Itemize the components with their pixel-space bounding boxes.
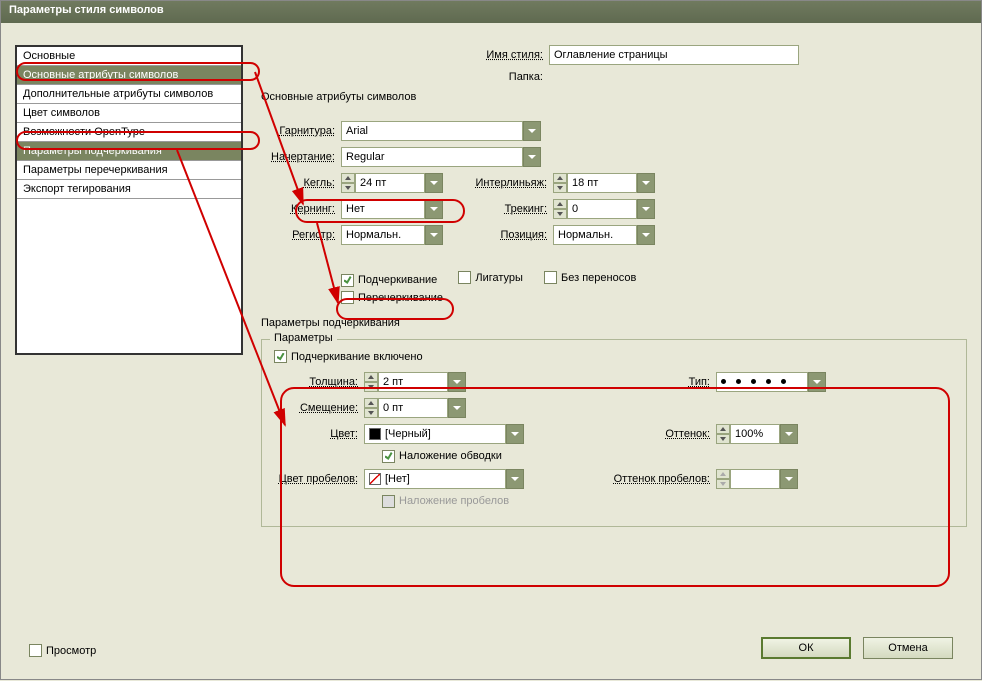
style-name-label: Имя стиля: [429, 49, 549, 61]
category-sidebar: Основные Основные атрибуты символов Допо… [15, 45, 243, 355]
kerning-label: Кернинг: [261, 203, 341, 215]
tracking-spinner[interactable]: 0 [553, 199, 655, 219]
sidebar-item-general[interactable]: Основные [17, 47, 241, 66]
chevron-down-icon[interactable] [425, 173, 443, 193]
checkbox-icon [29, 644, 42, 657]
type-label: Тип: [466, 376, 716, 388]
sidebar-item-underline[interactable]: Параметры подчеркивания [17, 142, 241, 161]
chevron-down-icon[interactable] [425, 199, 443, 219]
overprint-gap-checkbox: Наложение пробелов [382, 495, 509, 508]
leading-spinner[interactable]: 18 пт [553, 173, 655, 193]
basic-section-title: Основные атрибуты символов [261, 91, 967, 103]
style-label: Начертание: [261, 151, 341, 163]
type-combo[interactable] [716, 372, 826, 392]
gap-color-label: Цвет пробелов: [274, 473, 364, 485]
folder-label: Папка: [429, 71, 549, 83]
gap-tint-spinner[interactable] [716, 469, 798, 489]
leading-label: Интерлиньяж: [443, 177, 553, 189]
ligatures-checkbox[interactable]: Лигатуры [458, 271, 523, 284]
checkbox-icon [382, 495, 395, 508]
cancel-button[interactable]: Отмена [863, 637, 953, 659]
underline-checkbox[interactable]: Подчеркивание [341, 274, 437, 287]
checkbox-icon [341, 291, 354, 304]
chevron-down-icon[interactable] [448, 372, 466, 392]
sidebar-item-strike[interactable]: Параметры перечеркивания [17, 161, 241, 180]
case-combo[interactable]: Нормальн. [341, 225, 443, 245]
chevron-down-icon[interactable] [523, 147, 541, 167]
none-swatch-icon [369, 473, 381, 485]
titlebar: Параметры стиля символов [1, 1, 981, 23]
dialog-window: Параметры стиля символов Основные Основн… [0, 0, 982, 680]
dialog-content: Основные Основные атрибуты символов Допо… [1, 23, 981, 679]
chevron-down-icon[interactable] [448, 398, 466, 418]
fontstyle-combo[interactable]: Regular [341, 147, 541, 167]
spin-down-icon[interactable] [341, 183, 355, 193]
chevron-down-icon[interactable] [523, 121, 541, 141]
chevron-down-icon[interactable] [506, 424, 524, 444]
case-label: Регистр: [261, 229, 341, 241]
chevron-down-icon[interactable] [808, 372, 826, 392]
sidebar-item-advanced-attrs[interactable]: Дополнительные атрибуты символов [17, 85, 241, 104]
chevron-down-icon[interactable] [637, 199, 655, 219]
window-title: Параметры стиля символов [9, 4, 164, 16]
checkbox-icon [458, 271, 471, 284]
chevron-down-icon[interactable] [506, 469, 524, 489]
font-combo[interactable]: Arial [341, 121, 541, 141]
sidebar-item-basic-attrs[interactable]: Основные атрибуты символов [17, 66, 241, 85]
offset-spinner[interactable]: 0 пт [364, 398, 466, 418]
checkbox-icon [274, 350, 287, 363]
tint-label: Оттенок: [524, 428, 716, 440]
sidebar-item-opentype[interactable]: Возможности OpenType [17, 123, 241, 142]
spin-up-icon[interactable] [341, 173, 355, 183]
tracking-label: Трекинг: [443, 203, 553, 215]
position-label: Позиция: [443, 229, 553, 241]
style-name-input[interactable]: Оглавление страницы [549, 45, 799, 65]
nohyphen-checkbox[interactable]: Без переносов [544, 271, 636, 284]
gap-color-combo[interactable]: [Нет] [364, 469, 524, 489]
chevron-down-icon[interactable] [637, 225, 655, 245]
group-legend: Параметры [270, 332, 337, 344]
chevron-down-icon[interactable] [780, 469, 798, 489]
font-label: Гарнитура: [261, 125, 341, 137]
color-combo[interactable]: [Черный] [364, 424, 524, 444]
checkbox-icon [341, 274, 354, 287]
underline-enabled-checkbox[interactable]: Подчеркивание включено [274, 350, 423, 363]
offset-label: Смещение: [274, 402, 364, 414]
tint-spinner[interactable]: 100% [716, 424, 798, 444]
weight-label: Толщина: [274, 376, 364, 388]
chevron-down-icon[interactable] [780, 424, 798, 444]
gap-tint-label: Оттенок пробелов: [524, 473, 716, 485]
position-combo[interactable]: Нормальн. [553, 225, 655, 245]
chevron-down-icon[interactable] [637, 173, 655, 193]
color-label: Цвет: [274, 428, 364, 440]
main-panel: Имя стиля: Оглавление страницы Папка: Ос… [261, 45, 967, 619]
preview-checkbox[interactable]: Просмотр [29, 644, 96, 657]
size-spinner[interactable]: 24 пт [341, 173, 443, 193]
ok-button[interactable]: ОК [761, 637, 851, 659]
sidebar-item-color[interactable]: Цвет символов [17, 104, 241, 123]
checkbox-icon [544, 271, 557, 284]
sidebar-item-export-tags[interactable]: Экспорт тегирования [17, 180, 241, 199]
size-label: Кегль: [261, 177, 341, 189]
chevron-down-icon[interactable] [425, 225, 443, 245]
color-swatch-icon [369, 428, 381, 440]
underline-params-group: Параметры Подчеркивание включено Толщина… [261, 339, 967, 527]
dotted-line-icon [721, 379, 786, 384]
strike-checkbox[interactable]: Перечеркивание [341, 291, 443, 304]
overprint-stroke-checkbox[interactable]: Наложение обводки [382, 450, 502, 463]
underline-section-title: Параметры подчеркивания [261, 317, 967, 329]
checkbox-icon [382, 450, 395, 463]
kerning-combo[interactable]: Нет [341, 199, 443, 219]
weight-spinner[interactable]: 2 пт [364, 372, 466, 392]
dialog-buttons: ОК Отмена [761, 637, 953, 659]
